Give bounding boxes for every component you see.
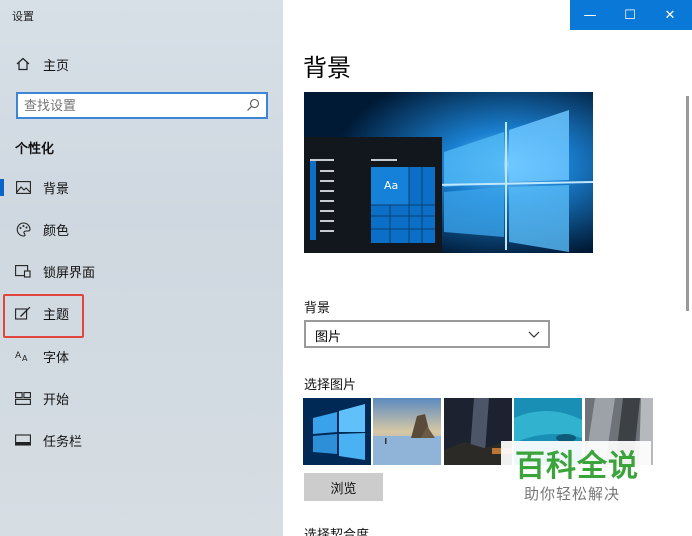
search-box[interactable]	[16, 92, 268, 119]
sidebar: 设置 主页 个性化 背景 颜色 锁屏界面 主题 A	[0, 0, 283, 536]
home-icon	[14, 55, 32, 73]
browse-button[interactable]: 浏览	[304, 473, 383, 501]
palette-icon	[14, 220, 32, 238]
sidebar-item-start[interactable]: 开始	[0, 381, 283, 415]
minimize-button[interactable]: —	[570, 0, 610, 30]
scrollbar[interactable]	[686, 96, 689, 311]
sidebar-item-label: 开始	[43, 392, 70, 408]
desktop-preview: Aa	[304, 92, 593, 253]
sidebar-item-label: 字体	[43, 350, 70, 366]
chevron-down-icon	[528, 331, 540, 338]
watermark: 百科全说 助你轻松解决	[501, 441, 651, 505]
picture-icon	[14, 178, 32, 196]
start-icon	[14, 389, 32, 407]
taskbar-icon	[14, 431, 32, 449]
choose-picture-label: 选择图片	[304, 378, 357, 393]
sidebar-item-label: 锁屏界面	[43, 265, 96, 281]
title-bar-buttons: — ☐ ✕	[570, 0, 692, 30]
picture-thumbnail[interactable]	[303, 398, 371, 465]
watermark-subtitle: 助你轻松解决	[524, 485, 621, 503]
sidebar-item-home[interactable]: 主页	[0, 47, 283, 81]
svg-text:A: A	[15, 351, 22, 361]
preview-sample-text: Aa	[384, 179, 398, 192]
sidebar-item-lock-screen[interactable]: 锁屏界面	[0, 254, 283, 288]
font-icon: AA	[14, 347, 32, 365]
page-title: 背景	[303, 54, 351, 82]
background-label: 背景	[304, 301, 331, 316]
maximize-button[interactable]: ☐	[610, 0, 650, 30]
close-button[interactable]: ✕	[650, 0, 690, 30]
sidebar-item-label: 颜色	[43, 223, 70, 239]
lock-screen-icon	[14, 262, 32, 280]
window-title: 设置	[12, 10, 34, 23]
sidebar-item-label: 主页	[43, 58, 70, 74]
sidebar-item-font[interactable]: AA 字体	[0, 339, 283, 373]
watermark-title: 百科全说	[515, 449, 639, 484]
background-type-select[interactable]: 图片	[304, 320, 550, 348]
sidebar-item-background[interactable]: 背景	[0, 170, 283, 204]
sidebar-item-color[interactable]: 颜色	[0, 212, 283, 246]
search-icon[interactable]	[246, 98, 260, 112]
choose-fit-label: 选择契合度	[304, 528, 370, 536]
background-type-value: 图片	[315, 330, 342, 345]
search-input[interactable]	[24, 97, 244, 115]
sidebar-item-taskbar[interactable]: 任务栏	[0, 423, 283, 457]
picture-thumbnail[interactable]	[373, 398, 441, 465]
sidebar-item-label: 任务栏	[43, 434, 83, 450]
sidebar-item-label: 背景	[43, 181, 70, 197]
section-title: 个性化	[15, 142, 55, 157]
svg-text:A: A	[22, 354, 28, 362]
highlight-annotation	[3, 294, 84, 338]
